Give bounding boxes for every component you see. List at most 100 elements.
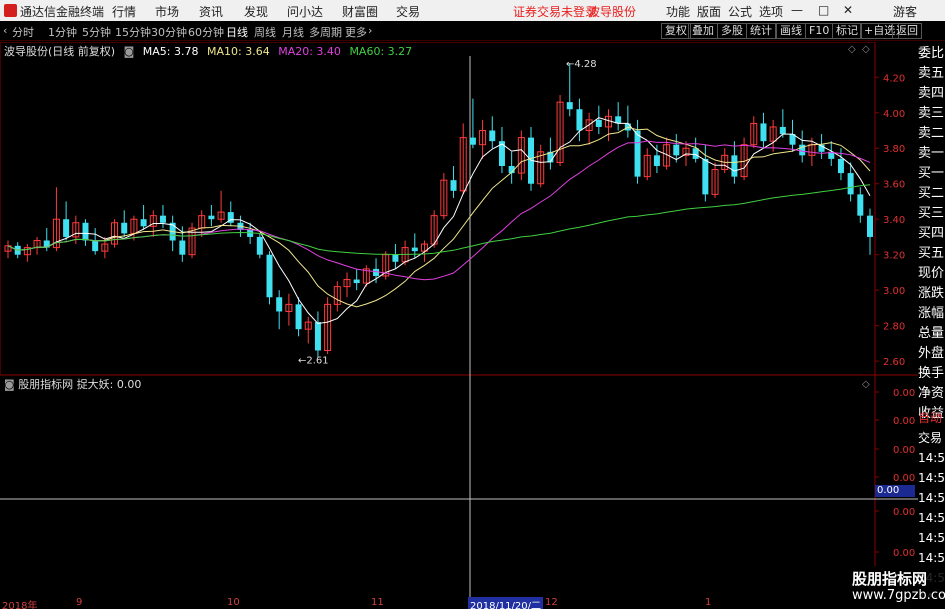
- indicator-value: 捉大妖: 0.00: [76, 378, 142, 391]
- tab-more[interactable]: 更多: [345, 24, 367, 40]
- menu-item-shichang[interactable]: 市场: [155, 3, 179, 20]
- more-chevron-icon[interactable]: ›: [368, 24, 372, 37]
- duogu-button[interactable]: 多股: [717, 23, 747, 39]
- trade-field-label: 14:56: [918, 491, 945, 505]
- trade-field-label: 14:56: [918, 551, 945, 565]
- menu-item-zixun[interactable]: 资讯: [199, 3, 223, 20]
- restore-icon[interactable]: □: [818, 3, 829, 17]
- trade-field-label: 14:56: [918, 451, 945, 465]
- tongji-button[interactable]: 统计: [746, 23, 776, 39]
- candle-body: [450, 180, 457, 191]
- quote-field-label: 买一: [918, 164, 945, 184]
- diamond-icon: ◇: [848, 44, 856, 55]
- ma-header: 波导股份(日线 前复权) ◙ MA5: 3.78 MA10: 3.64 MA20…: [4, 43, 417, 59]
- minimize-icon[interactable]: —: [791, 3, 803, 17]
- candle-body: [314, 322, 321, 351]
- candle-body: [92, 240, 99, 252]
- ind-tick-label: 0.00: [893, 388, 915, 399]
- diejia-button[interactable]: 叠加: [688, 23, 718, 39]
- menu-item-gongneng[interactable]: 功能: [666, 3, 690, 20]
- tab-multi-period[interactable]: 多周期: [309, 24, 342, 40]
- candle-body: [63, 219, 70, 237]
- close-icon[interactable]: ✕: [843, 3, 853, 17]
- quote-field-label: 净资: [918, 384, 945, 404]
- candle-body: [295, 304, 302, 330]
- kline-chart[interactable]: 4.20 4.00 3.80 3.60 3.40 3.20 3.00 2.80 2.60 0.00…: [0, 42, 918, 597]
- candle-body: [576, 109, 583, 131]
- tab-monthly[interactable]: 月线: [282, 24, 304, 40]
- ma-toggle-icon[interactable]: ◙: [124, 45, 135, 58]
- top-menu-bar: 通达信金融终端 行情 市场 资讯 发现 问小达 财富圈 交易 证券交易未登录 波…: [0, 0, 945, 21]
- candle-body: [266, 254, 273, 298]
- menu-item-xuanxiang[interactable]: 选项: [759, 3, 783, 20]
- tab-60min[interactable]: 60分钟: [188, 24, 224, 40]
- back-button[interactable]: 返回: [892, 23, 922, 39]
- candle-body: [867, 215, 873, 237]
- y-tick-label: 3.60: [883, 180, 905, 191]
- tab-weekly[interactable]: 周线: [254, 24, 276, 40]
- quote-field-label: 卖二: [918, 124, 945, 144]
- date-label: 12: [545, 597, 558, 608]
- selected-date: 2018/11/20/二: [468, 597, 544, 609]
- trade-field-label: 14:56: [918, 471, 945, 485]
- candle-body: [179, 240, 186, 255]
- indicator-toggle-icon[interactable]: ◙: [4, 378, 15, 391]
- quote-field-label: 涨跌: [918, 284, 945, 304]
- y-tick-label: 3.80: [883, 144, 905, 155]
- price-panel-frame: [0, 42, 876, 376]
- ind-tick-label: 0.00: [893, 473, 915, 484]
- date-label: 11: [371, 597, 384, 608]
- trade-field-label: 14:56: [918, 531, 945, 545]
- candle-body: [760, 123, 767, 142]
- candle-body: [489, 130, 496, 142]
- ma5-label: MA5: 3.78: [142, 45, 199, 58]
- menu-item-wenxiaoda[interactable]: 问小达: [287, 3, 323, 20]
- indicator-current-value: 0.00: [875, 485, 915, 497]
- y-tick-label: 3.40: [883, 215, 905, 226]
- tab-15min[interactable]: 15分钟: [115, 24, 151, 40]
- back-arrow-icon[interactable]: ‹: [3, 24, 7, 37]
- menu-item-caifuquan[interactable]: 财富圈: [342, 3, 378, 20]
- candle-body: [247, 229, 254, 237]
- tab-5min[interactable]: 5分钟: [82, 24, 111, 40]
- tab-daily[interactable]: 日线: [226, 24, 248, 40]
- candle-body: [140, 219, 147, 227]
- tab-1min[interactable]: 1分钟: [48, 24, 77, 40]
- candle-body: [692, 148, 699, 159]
- huaxian-button[interactable]: 画线: [776, 23, 806, 39]
- menu-item-jiaoyi[interactable]: 交易: [396, 3, 420, 20]
- tab-30min[interactable]: 30分钟: [151, 24, 187, 40]
- ind-tick-label: 0.00: [893, 445, 915, 456]
- quote-field-label: 卖五: [918, 64, 945, 84]
- trade-field-label: 14:56: [918, 511, 945, 525]
- quote-field-label: 卖四: [918, 84, 945, 104]
- guest-label[interactable]: 游客: [893, 3, 917, 20]
- ma60-label: MA60: 3.27: [349, 45, 413, 58]
- f10-button[interactable]: F10: [805, 23, 834, 39]
- high-price-label: ←4.28: [566, 59, 597, 70]
- menu-item-hangqing[interactable]: 行情: [112, 3, 136, 20]
- tab-fenshi[interactable]: 分时: [12, 24, 34, 40]
- login-status[interactable]: 证券交易未登录: [513, 3, 597, 20]
- quote-field-label: 买三: [918, 204, 945, 224]
- candle-body: [353, 279, 360, 284]
- quote-field-label: 买五: [918, 244, 945, 264]
- menu-item-gongshi[interactable]: 公式: [728, 3, 752, 20]
- biaoji-button[interactable]: 标记: [832, 23, 862, 39]
- period-toolbar: ‹ 分时 1分钟 5分钟 15分钟 30分钟 60分钟 日线 周线 月线 多周期…: [0, 21, 945, 41]
- y-tick-label: 3.00: [883, 286, 905, 297]
- quote-field-label: 委比: [918, 44, 945, 64]
- candle-body: [469, 137, 476, 145]
- trade-field-label: 交易: [918, 431, 943, 445]
- watermark-url: www.7gpzb.com: [852, 588, 945, 603]
- menu-item-faxian[interactable]: 发现: [244, 3, 268, 20]
- candle-body: [857, 194, 864, 216]
- quote-field-label: 卖三: [918, 104, 945, 124]
- stock-name: 波导股份: [588, 5, 637, 19]
- y-tick-label: 3.20: [883, 251, 905, 262]
- candle-body: [159, 215, 166, 223]
- menu-item-banmian[interactable]: 版面: [697, 3, 721, 20]
- fuquan-button[interactable]: 复权: [661, 23, 691, 39]
- app-logo-icon: [4, 4, 17, 17]
- candle-body: [208, 215, 215, 220]
